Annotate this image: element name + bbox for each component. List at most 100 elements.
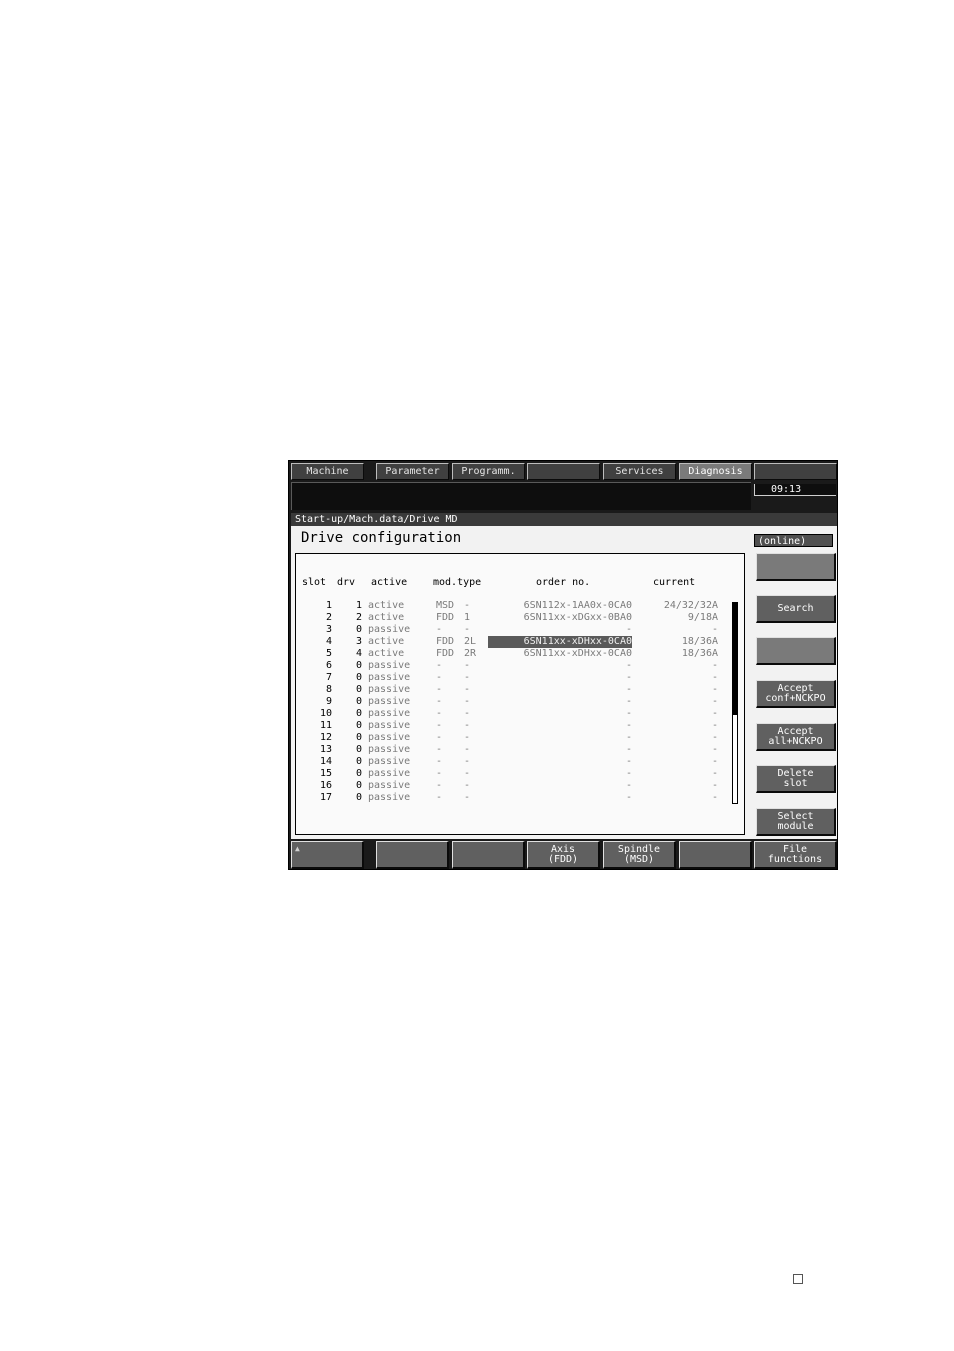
accept-conf-nckpo-button[interactable]: Accept conf+NCKPO bbox=[756, 680, 836, 708]
order-no-cell: 6SN11xx-xDHxx-0CA0 bbox=[523, 648, 632, 659]
softkey-h6[interactable] bbox=[679, 841, 752, 869]
mod-type-cell: FDD bbox=[436, 648, 455, 659]
table-row[interactable]: 12 0 passive - - - - bbox=[296, 732, 744, 744]
scrollbar-thumb[interactable] bbox=[733, 603, 737, 715]
tab-programm[interactable]: Programm. bbox=[452, 463, 525, 480]
table-row[interactable]: 7 0 passive - - - - bbox=[296, 672, 744, 684]
active-cell: passive bbox=[368, 720, 411, 731]
table-row[interactable]: 14 0 passive - - - - bbox=[296, 756, 744, 768]
mod-type-cell: - bbox=[436, 744, 443, 755]
slot-cell: 4 bbox=[325, 636, 332, 647]
table-row[interactable]: 17 0 passive - - - - bbox=[296, 792, 744, 804]
drv-cell: 0 bbox=[355, 768, 362, 779]
softkey-v3[interactable] bbox=[756, 637, 836, 665]
mod-subtype-cell: - bbox=[464, 696, 471, 707]
active-cell: active bbox=[368, 648, 405, 659]
tab-services[interactable]: Services bbox=[603, 463, 676, 480]
current-cell: - bbox=[711, 708, 718, 719]
mod-type-cell: FDD bbox=[436, 636, 455, 647]
table-row[interactable]: 11 0 passive - - - - bbox=[296, 720, 744, 732]
drv-cell: 0 bbox=[355, 660, 362, 671]
table-row[interactable]: 16 0 passive - - - - bbox=[296, 780, 744, 792]
accept-all-nckpo-button[interactable]: Accept all+NCKPO bbox=[756, 723, 836, 751]
slot-cell: 5 bbox=[325, 648, 332, 659]
mod-type-cell: - bbox=[436, 720, 443, 731]
mod-type-cell: - bbox=[436, 684, 443, 695]
current-cell: - bbox=[711, 624, 718, 635]
mod-subtype-cell: 2L bbox=[464, 636, 477, 647]
axis-fdd-button[interactable]: Axis (FDD) bbox=[527, 841, 600, 869]
drv-cell: 0 bbox=[355, 708, 362, 719]
current-cell: - bbox=[711, 696, 718, 707]
order-no-cell: - bbox=[625, 708, 632, 719]
table-row[interactable]: 8 0 passive - - - - bbox=[296, 684, 744, 696]
current-cell: - bbox=[711, 792, 718, 803]
table-row[interactable]: 2 2 active FDD 1 6SN11xx-xDGxx-0BA0 9/18A bbox=[296, 612, 744, 624]
active-cell: active bbox=[368, 636, 405, 647]
table-row[interactable]: 13 0 passive - - - - bbox=[296, 744, 744, 756]
mod-type-cell: - bbox=[436, 660, 443, 671]
drv-cell: 0 bbox=[355, 732, 362, 743]
slot-cell: 9 bbox=[325, 696, 332, 707]
order-no-cell: - bbox=[625, 744, 632, 755]
tab-diagnosis[interactable]: Diagnosis bbox=[679, 463, 752, 480]
current-cell: - bbox=[711, 768, 718, 779]
softkey-h1[interactable]: ▲ bbox=[291, 841, 364, 869]
file-functions-button[interactable]: File functions bbox=[754, 841, 837, 869]
tab-parameter[interactable]: Parameter bbox=[376, 463, 449, 480]
slot-cell: 17 bbox=[319, 792, 332, 803]
select-module-button[interactable]: Select module bbox=[756, 808, 836, 836]
current-cell: - bbox=[711, 780, 718, 791]
mod-subtype-cell: - bbox=[464, 660, 471, 671]
slot-cell: 10 bbox=[319, 708, 332, 719]
header-current: current bbox=[653, 577, 696, 588]
search-button[interactable]: Search bbox=[756, 595, 836, 623]
table-row[interactable]: 6 0 passive - - - - bbox=[296, 660, 744, 672]
drv-cell: 0 bbox=[355, 744, 362, 755]
table-row[interactable]: 1 1 active MSD - 6SN112x-1AA0x-0CA0 24/32/32A bbox=[296, 600, 744, 612]
tab-empty-1[interactable] bbox=[527, 463, 600, 480]
table-row[interactable]: 5 4 active FDD 2R 6SN11xx-xDHxx-0CA0 18/36A bbox=[296, 648, 744, 660]
mod-type-cell: - bbox=[436, 792, 443, 803]
softkey-v1[interactable] bbox=[756, 553, 836, 581]
delete-slot-button[interactable]: Delete slot bbox=[756, 765, 836, 793]
header-drv: drv bbox=[337, 577, 356, 588]
page-title: Drive configuration bbox=[301, 530, 462, 546]
mod-type-cell: - bbox=[436, 624, 443, 635]
breadcrumb: Start-up/Mach.data/Drive MD bbox=[291, 513, 837, 526]
active-cell: passive bbox=[368, 696, 411, 707]
table-row[interactable]: 4 3 active FDD 2L 6SN11xx-xDHxx-0CA0 18/36A bbox=[296, 636, 744, 648]
mod-subtype-cell: - bbox=[464, 624, 471, 635]
slot-cell: 6 bbox=[325, 660, 332, 671]
slot-cell: 8 bbox=[325, 684, 332, 695]
mod-type-cell: - bbox=[436, 696, 443, 707]
drv-cell: 0 bbox=[355, 672, 362, 683]
order-no-cell: - bbox=[625, 720, 632, 731]
active-cell: active bbox=[368, 612, 405, 623]
table-row[interactable]: 9 0 passive - - - - bbox=[296, 696, 744, 708]
mod-subtype-cell: - bbox=[464, 768, 471, 779]
header-slot: slot bbox=[302, 577, 327, 588]
mod-type-cell: FDD bbox=[436, 612, 455, 623]
slot-cell: 1 bbox=[325, 600, 332, 611]
mod-subtype-cell: - bbox=[464, 756, 471, 767]
mod-subtype-cell: 2R bbox=[464, 648, 477, 659]
mod-type-cell: - bbox=[436, 708, 443, 719]
current-cell: 18/36A bbox=[681, 648, 718, 659]
table-row[interactable]: 15 0 passive - - - - bbox=[296, 768, 744, 780]
tab-empty-2[interactable] bbox=[754, 463, 837, 480]
softkey-h3[interactable] bbox=[452, 841, 525, 869]
spindle-msd-button[interactable]: Spindle (MSD) bbox=[603, 841, 676, 869]
table-scrollbar[interactable] bbox=[732, 602, 738, 804]
drv-cell: 0 bbox=[355, 624, 362, 635]
area-tab-bar: Machine Parameter Programm. Services Dia… bbox=[291, 463, 837, 481]
current-cell: - bbox=[711, 684, 718, 695]
order-no-cell: - bbox=[625, 660, 632, 671]
table-row[interactable]: 3 0 passive - - - - bbox=[296, 624, 744, 636]
table-row[interactable]: 10 0 passive - - - - bbox=[296, 708, 744, 720]
tab-machine[interactable]: Machine bbox=[291, 463, 364, 480]
softkey-h2[interactable] bbox=[376, 841, 449, 869]
mod-subtype-cell: - bbox=[464, 792, 471, 803]
header-mod-type: mod.type bbox=[433, 577, 482, 588]
current-cell: - bbox=[711, 744, 718, 755]
